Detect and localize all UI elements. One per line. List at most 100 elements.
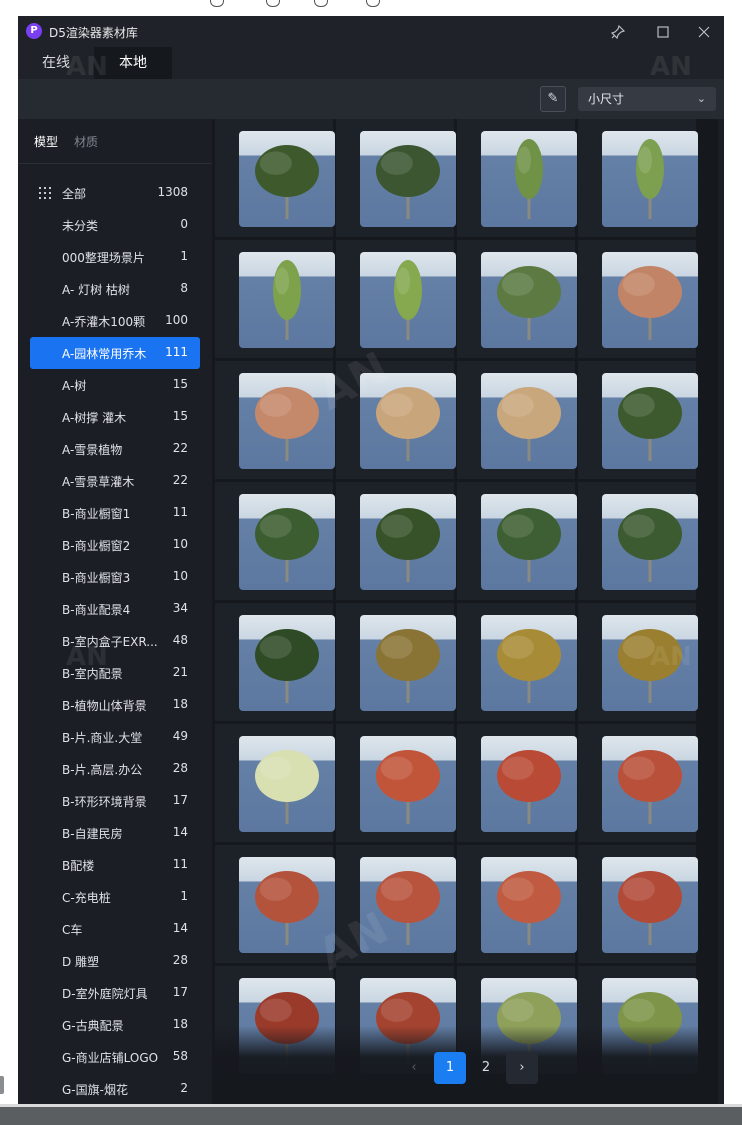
tree-thumbnail	[602, 252, 698, 348]
category-item[interactable]: A-乔灌木100颗 100	[18, 305, 212, 337]
asset-card[interactable]	[457, 240, 577, 358]
category-label: B-环形环境背景	[62, 795, 147, 809]
category-label: B-植物山体背景	[62, 699, 147, 713]
category-item[interactable]: A-雪景草灌木 22	[18, 465, 212, 497]
grid-icon	[39, 187, 51, 199]
category-item[interactable]: 000整理场景片 1	[18, 241, 212, 273]
page-1-button[interactable]: 1	[434, 1052, 466, 1084]
asset-card[interactable]	[578, 845, 698, 963]
category-item[interactable]: A-树撑 灌木 15	[18, 401, 212, 433]
asset-card[interactable]	[215, 845, 335, 963]
asset-card[interactable]	[457, 119, 577, 237]
category-label: C车	[62, 923, 83, 937]
category-item[interactable]: G-古典配景 18	[18, 1009, 212, 1041]
close-icon[interactable]	[694, 22, 714, 42]
page-2-button[interactable]: 2	[470, 1052, 502, 1084]
category-item[interactable]: C车 14	[18, 913, 212, 945]
chevron-down-icon: ⌄	[696, 92, 706, 105]
category-item[interactable]: B配楼 11	[18, 849, 212, 881]
asset-card[interactable]	[457, 361, 577, 479]
maximize-icon[interactable]	[653, 22, 673, 42]
category-count: 1	[180, 249, 188, 263]
asset-card[interactable]	[215, 482, 335, 600]
asset-card[interactable]	[336, 482, 456, 600]
category-item[interactable]: B-商业配景4 34	[18, 593, 212, 625]
asset-card[interactable]	[578, 361, 698, 479]
tree-thumbnail	[481, 252, 577, 348]
category-item[interactable]: A-园林常用乔木 111	[18, 337, 212, 369]
category-item[interactable]: 未分类 0	[18, 209, 212, 241]
title-bar[interactable]: P D5渲染器素材库	[18, 16, 724, 47]
category-item[interactable]: A-树 15	[18, 369, 212, 401]
pencil-icon[interactable]: ✎	[540, 86, 566, 112]
category-item[interactable]: B-片.高层.办公 28	[18, 753, 212, 785]
category-count: 1	[180, 889, 188, 903]
asset-card[interactable]	[215, 240, 335, 358]
category-label: B配楼	[62, 859, 95, 873]
category-item[interactable]: C-充电桩 1	[18, 881, 212, 913]
asset-card[interactable]	[457, 845, 577, 963]
category-label: B-室内盒子EXR...	[62, 635, 158, 649]
asset-card[interactable]	[578, 724, 698, 842]
prev-page-button[interactable]: ‹	[398, 1052, 430, 1084]
asset-card[interactable]	[578, 240, 698, 358]
asset-card[interactable]	[457, 603, 577, 721]
asset-card[interactable]	[336, 119, 456, 237]
window-title: D5渲染器素材库	[49, 26, 138, 40]
asset-card[interactable]	[215, 361, 335, 479]
tree-thumbnail	[481, 131, 577, 227]
category-item[interactable]: B-室内盒子EXR... 48	[18, 625, 212, 657]
category-item[interactable]: B-商业橱窗3 10	[18, 561, 212, 593]
category-label: B-室内配景	[62, 667, 123, 681]
asset-card[interactable]	[578, 119, 698, 237]
category-item[interactable]: B-环形环境背景 17	[18, 785, 212, 817]
category-item[interactable]: G-国旗-烟花 2	[18, 1073, 212, 1104]
tree-thumbnail	[360, 615, 456, 711]
category-count: 100	[165, 313, 188, 327]
desktop-glyph	[210, 0, 224, 7]
category-item[interactable]: D 雕塑 28	[18, 945, 212, 977]
category-item[interactable]: 全部 1308	[18, 177, 212, 209]
next-page-button[interactable]: ›	[506, 1052, 538, 1084]
category-item[interactable]: G-商业店铺LOGO 58	[18, 1041, 212, 1073]
category-item[interactable]: A- 灯树 枯树 8	[18, 273, 212, 305]
category-item[interactable]: A-雪景植物 22	[18, 433, 212, 465]
asset-card[interactable]	[336, 724, 456, 842]
category-item[interactable]: B-商业橱窗1 11	[18, 497, 212, 529]
asset-card[interactable]	[336, 240, 456, 358]
asset-card[interactable]	[578, 603, 698, 721]
category-item[interactable]: B-室内配景 21	[18, 657, 212, 689]
desktop-glyph	[366, 0, 380, 7]
tab-models[interactable]: 模型	[34, 133, 58, 150]
category-count: 1308	[157, 185, 188, 199]
tree-thumbnail	[481, 373, 577, 469]
asset-card[interactable]	[215, 603, 335, 721]
asset-card[interactable]	[578, 482, 698, 600]
asset-card[interactable]	[457, 724, 577, 842]
category-item[interactable]: D-室外庭院灯具 17	[18, 977, 212, 1009]
tab-local[interactable]: 本地	[94, 47, 172, 79]
tree-thumbnail	[481, 615, 577, 711]
asset-card[interactable]	[215, 724, 335, 842]
asset-card[interactable]	[457, 482, 577, 600]
scrollbar[interactable]	[718, 119, 724, 1104]
pin-icon[interactable]	[608, 22, 628, 42]
tab-online[interactable]: 在线	[18, 47, 94, 79]
desktop-bottom-strip	[0, 1104, 742, 1125]
category-item[interactable]: B-植物山体背景 18	[18, 689, 212, 721]
asset-card[interactable]	[336, 361, 456, 479]
size-select[interactable]: 小尺寸 ⌄	[578, 87, 716, 111]
category-item[interactable]: B-自建民房 14	[18, 817, 212, 849]
category-label: 000整理场景片	[62, 251, 145, 265]
desktop-glyph	[314, 0, 328, 7]
category-item[interactable]: B-片.商业.大堂 49	[18, 721, 212, 753]
category-item[interactable]: B-商业橱窗2 10	[18, 529, 212, 561]
asset-card[interactable]	[336, 845, 456, 963]
size-select-value: 小尺寸	[588, 92, 625, 106]
category-label: A-树	[62, 379, 87, 393]
tree-thumbnail	[239, 252, 335, 348]
asset-card[interactable]	[215, 119, 335, 237]
category-label: B-商业橱窗1	[62, 507, 131, 521]
asset-card[interactable]	[336, 603, 456, 721]
tab-materials[interactable]: 材质	[74, 133, 98, 150]
